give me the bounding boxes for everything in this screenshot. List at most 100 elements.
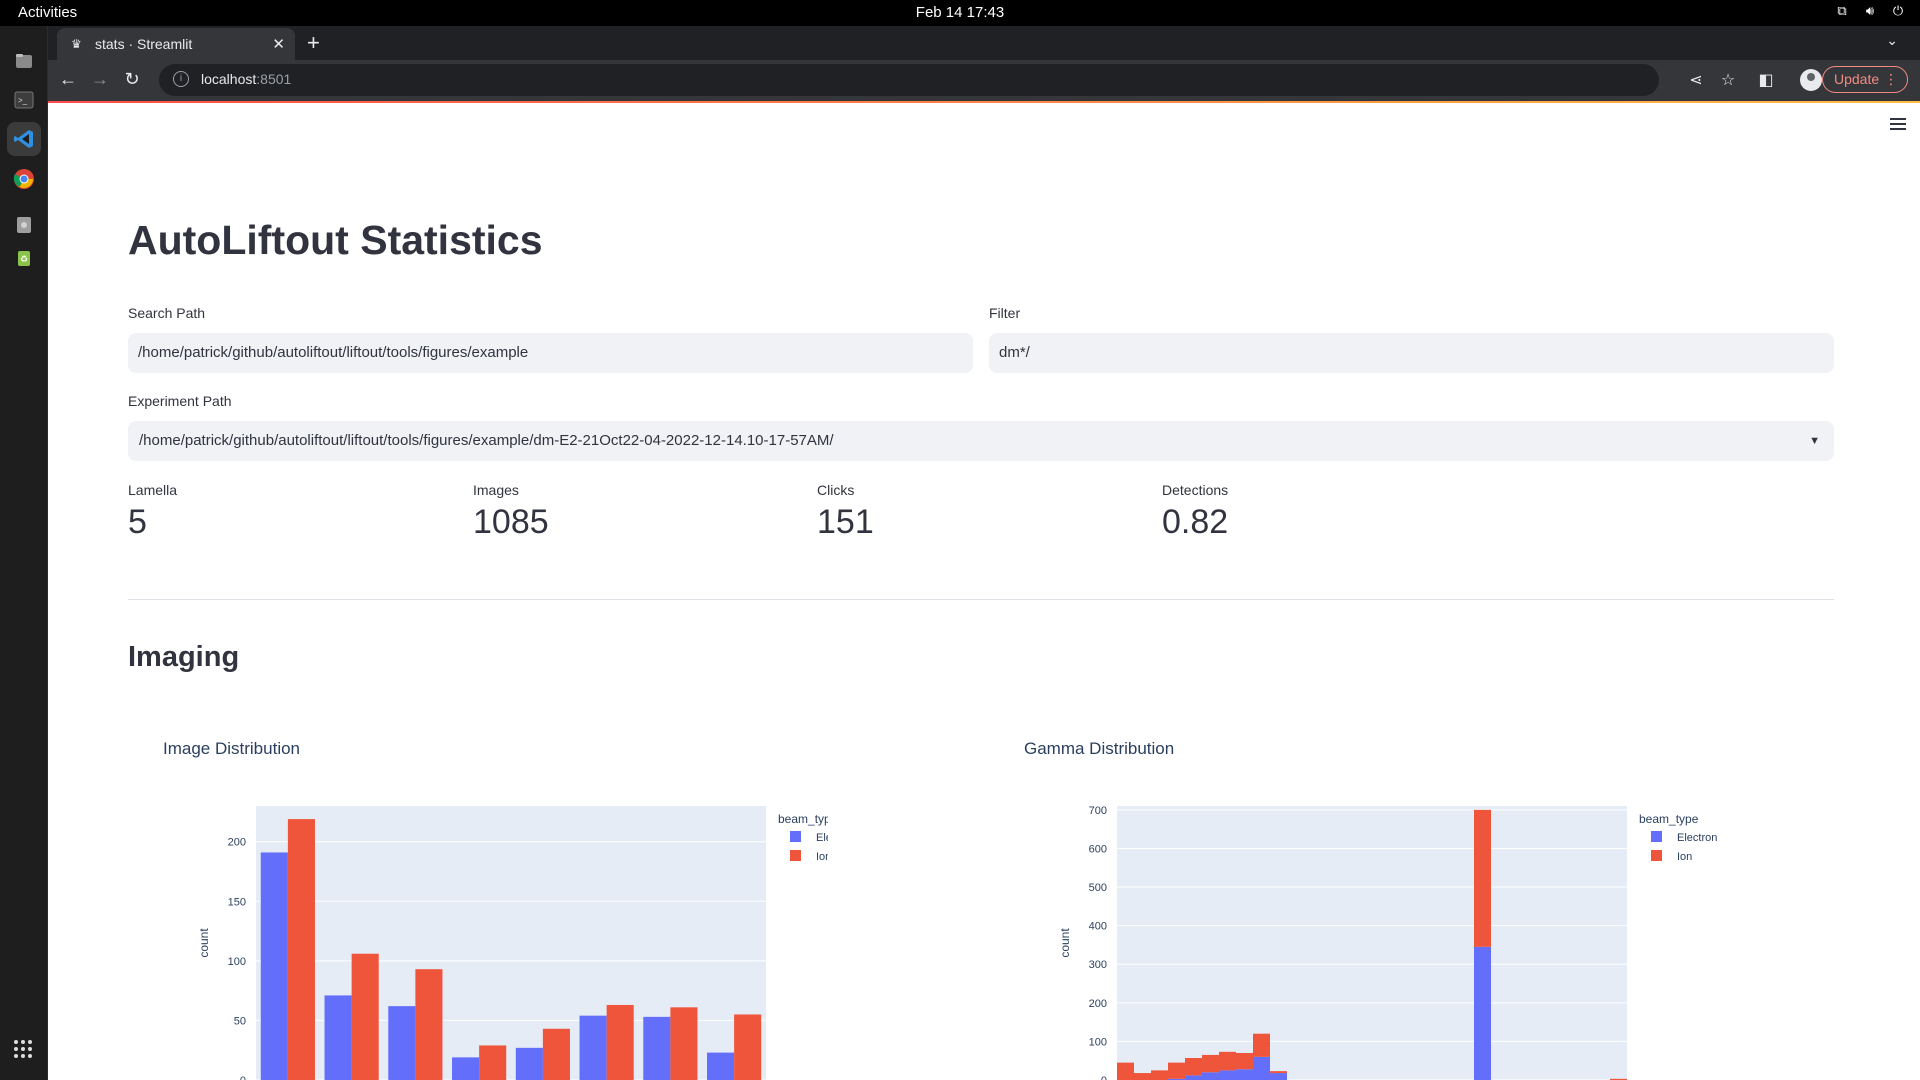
metric-clicks-value: 151 — [817, 503, 874, 541]
y-tick-label: 200 — [228, 837, 246, 849]
bar-electron — [260, 852, 288, 1080]
bar-ion — [1219, 1051, 1236, 1071]
address-bar[interactable]: i localhost:8501 — [159, 64, 1659, 96]
y-tick-label: 100 — [228, 956, 246, 968]
forward-arrow-icon[interactable]: → — [89, 69, 111, 90]
legend-title: beam_type — [778, 812, 828, 826]
reload-icon[interactable]: ↻ — [121, 69, 143, 90]
bar-ion — [542, 1028, 570, 1080]
tab-close-icon[interactable]: ✕ — [272, 35, 285, 53]
bar-electron — [1253, 1056, 1270, 1080]
side-panel-icon[interactable]: ◧ — [1756, 70, 1776, 90]
bar-ion — [670, 1007, 698, 1080]
more-dots-icon: ⋮ — [1884, 71, 1898, 87]
filter-label: Filter — [989, 305, 1021, 321]
browser-tab[interactable]: ♛ stats · Streamlit ✕ — [57, 28, 295, 60]
new-tab-icon[interactable]: + — [307, 30, 320, 56]
back-arrow-icon[interactable]: ← — [57, 69, 79, 90]
bar-electron — [1236, 1069, 1253, 1080]
bar-electron — [1219, 1070, 1236, 1080]
tab-strip: ♛ stats · Streamlit ✕ + ⌄ — [48, 26, 1920, 60]
svg-text:♻: ♻ — [20, 254, 28, 264]
system-top-bar: Activities Feb 14 17:43 ⧉ 🔊︎ ⏻ — [0, 0, 1920, 26]
header-decoration-bar — [48, 101, 1920, 103]
bar-ion — [1168, 1062, 1185, 1079]
bar-ion — [606, 1004, 634, 1080]
main-menu-icon[interactable] — [1890, 118, 1906, 130]
url-text: localhost:8501 — [201, 71, 292, 87]
legend-label-electron: Electron — [1677, 832, 1717, 844]
filter-input[interactable]: dm*/ — [989, 333, 1834, 373]
bar-electron — [388, 1006, 416, 1080]
y-tick-label: 100 — [1089, 1036, 1107, 1048]
y-tick-label: 150 — [228, 896, 246, 908]
site-info-icon[interactable]: i — [173, 71, 189, 87]
bar-electron — [1185, 1075, 1202, 1080]
bar-electron — [452, 1057, 480, 1080]
y-tick-label: 500 — [1089, 882, 1107, 894]
y-axis-label: count — [1058, 928, 1072, 958]
bar-ion — [415, 969, 443, 1080]
chart-title-gamma-distribution: Gamma Distribution — [1024, 739, 1175, 758]
metric-detections-label: Detections — [1162, 482, 1229, 498]
search-path-input[interactable]: /home/patrick/github/autoliftout/liftout… — [128, 333, 973, 373]
experiment-path-value: /home/patrick/github/autoliftout/liftout… — [139, 432, 834, 449]
chevron-down-icon: ▼ — [1809, 435, 1820, 447]
bar-electron — [1270, 1073, 1287, 1080]
share-icon[interactable]: ⋖ — [1686, 70, 1706, 90]
bar-ion — [1474, 809, 1491, 947]
chrome-app-icon[interactable] — [7, 162, 41, 196]
metric-lamella-label: Lamella — [128, 482, 178, 498]
streamlit-page: AutoLiftout Statistics Search Path /home… — [48, 101, 1920, 1080]
bar-ion — [1151, 1070, 1168, 1080]
streamlit-favicon-icon: ♛ — [71, 37, 82, 51]
volume-icon: 🔊︎ — [1865, 3, 1875, 18]
bar-ion — [734, 1014, 762, 1080]
divider — [128, 599, 1834, 600]
update-button[interactable]: Update ⋮ — [1822, 66, 1908, 93]
tab-search-chevron-icon[interactable]: ⌄ — [1886, 32, 1898, 49]
gamma-distribution-chart[interactable]: 0 100 200 300 400 500 600 700 count beam_type Elec… — [989, 761, 1749, 1080]
search-path-label: Search Path — [128, 305, 206, 321]
plot-area — [1117, 806, 1627, 1080]
system-tray[interactable]: ⧉ 🔊︎ ⏻ — [1834, 3, 1906, 19]
bar-ion — [1253, 1033, 1270, 1057]
terminal-app-icon[interactable]: >_ — [7, 83, 41, 117]
bar-ion — [1270, 1071, 1287, 1074]
legend-swatch-electron — [790, 831, 801, 842]
bar-ion — [1202, 1054, 1219, 1073]
legend-label-electron: Electron — [816, 832, 828, 844]
trash-app-icon[interactable]: ♻ — [7, 241, 41, 275]
metric-detections-value: 0.82 — [1162, 503, 1229, 541]
page-title: AutoLiftout Statistics — [128, 217, 543, 263]
tab-title: stats · Streamlit — [95, 36, 193, 52]
show-apps-icon[interactable] — [14, 1040, 32, 1058]
section-title-imaging: Imaging — [128, 641, 240, 673]
bar-electron — [707, 1052, 735, 1080]
bar-electron — [579, 1015, 607, 1080]
disk-app-icon[interactable] — [7, 208, 41, 242]
y-tick-label: 400 — [1089, 921, 1107, 933]
files-app-icon[interactable] — [7, 44, 41, 78]
bar-ion — [287, 819, 315, 1080]
experiment-path-select[interactable]: /home/patrick/github/autoliftout/liftout… — [128, 421, 1834, 461]
clock[interactable]: Feb 14 17:43 — [0, 4, 1920, 21]
bar-ion — [479, 1045, 507, 1080]
profile-avatar-icon[interactable] — [1800, 69, 1822, 91]
bar-ion — [1236, 1052, 1253, 1070]
legend-swatch-ion — [790, 850, 801, 861]
bar-ion — [351, 953, 379, 1080]
image-distribution-chart[interactable]: 0 50 100 150 200 count beam_type Electron Ion — [128, 761, 828, 1080]
legend-label-ion: Ion — [1677, 851, 1692, 863]
y-tick-label: 200 — [1089, 998, 1107, 1010]
experiment-path-label: Experiment Path — [128, 393, 232, 409]
bar-ion — [1185, 1058, 1202, 1076]
power-icon: ⏻ — [1892, 3, 1904, 18]
bookmark-star-icon[interactable]: ☆ — [1718, 70, 1738, 90]
y-tick-label: 600 — [1089, 843, 1107, 855]
vscode-app-icon[interactable] — [7, 122, 41, 156]
bar-electron — [1474, 946, 1491, 1080]
legend-label-ion: Ion — [816, 851, 828, 863]
svg-text:>_: >_ — [18, 96, 28, 105]
y-tick-label: 700 — [1089, 805, 1107, 817]
